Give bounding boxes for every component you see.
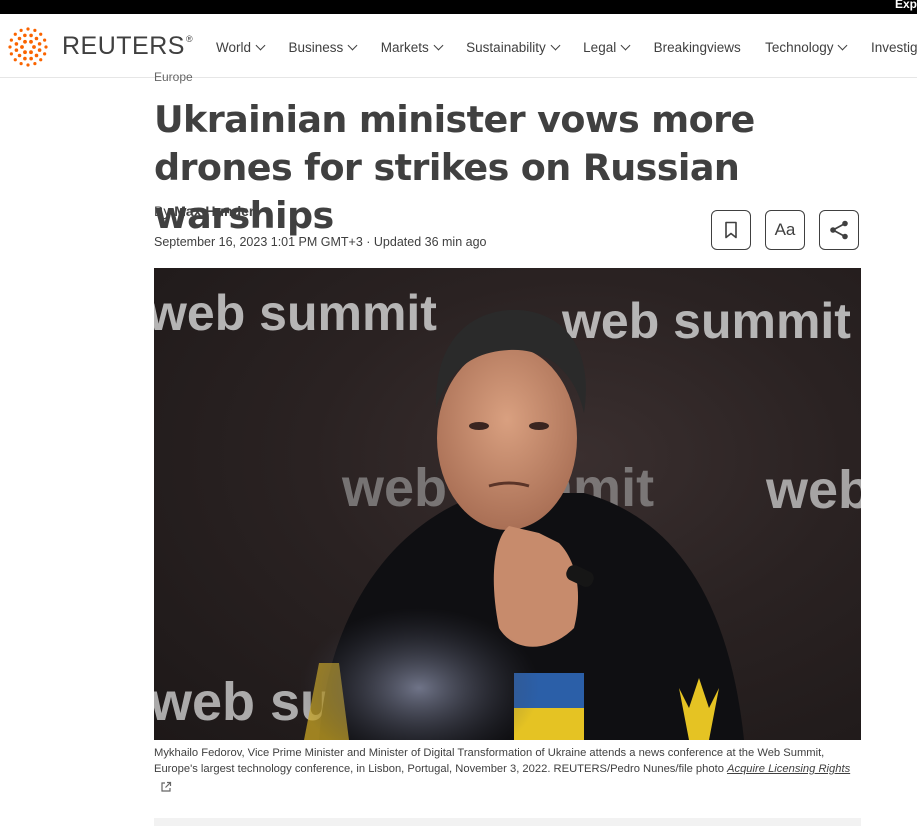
logo-dot	[26, 63, 30, 67]
nav-item-business[interactable]: Business	[288, 40, 358, 55]
photo-illustration: web summit web summit web summit web sum…	[154, 285, 861, 740]
logo-dot	[17, 36, 22, 41]
nav-item-technology[interactable]: Technology	[765, 40, 848, 55]
logo-dot	[23, 50, 27, 55]
logo-dot	[29, 39, 33, 44]
byline: By Max Hunder	[154, 203, 254, 219]
brand-name: REUTERS	[62, 32, 185, 60]
logo-dot	[23, 39, 27, 44]
logo-dot	[29, 33, 33, 38]
section-kicker[interactable]: Europe	[154, 70, 354, 86]
caption-text: Mykhailo Fedorov, Vice Prime Minister an…	[154, 747, 825, 775]
photo-caption: Mykhailo Fedorov, Vice Prime Minister an…	[154, 745, 866, 798]
logo-dot	[29, 56, 33, 61]
backdrop-logo-mid-right: web summit	[765, 460, 861, 520]
logo-dot	[37, 42, 42, 46]
logo-dot	[39, 32, 43, 36]
font-size-label: Aa	[774, 220, 796, 239]
logo-dot	[32, 45, 36, 49]
logo-dot	[19, 62, 23, 66]
logo-dot	[14, 48, 19, 52]
brand-registered-mark: ®	[185, 34, 194, 44]
chevron-down-icon	[838, 40, 848, 51]
chevron-down-icon	[620, 40, 631, 51]
logo-dot	[14, 42, 19, 46]
main-nav: World Business Markets Sustainability Le…	[216, 39, 917, 59]
nav-item-investigations[interactable]: Investigations	[871, 40, 917, 55]
backdrop-logo-top-right: web summit	[561, 293, 851, 349]
licensing-link[interactable]: Acquire Licensing Rights	[727, 763, 850, 775]
article-lead-photo[interactable]: web summit web summit web summit web sum…	[154, 268, 861, 740]
logo-dot	[29, 50, 33, 55]
chevron-down-icon	[550, 40, 561, 51]
logo-dot	[19, 28, 23, 32]
article-dateline: September 16, 2023 1:01 PM GMT+3 · Updat…	[154, 235, 487, 249]
top-strip-text[interactable]: Exp	[895, 0, 917, 11]
nav-item-world[interactable]: World	[216, 40, 266, 55]
logo-dot	[23, 33, 27, 38]
nav-item-markets[interactable]: Markets	[381, 40, 444, 55]
top-strip: Exp	[0, 0, 917, 14]
external-link-icon[interactable]	[160, 781, 172, 793]
logo-dot	[9, 52, 13, 56]
logo-dot	[37, 48, 42, 52]
logo-dot	[33, 28, 37, 32]
save-article-button[interactable]	[711, 210, 751, 250]
chevron-down-icon	[347, 40, 358, 51]
backdrop-logo-top-left: web summit	[154, 285, 437, 341]
site-header: REUTERS® World Business Markets Sustaina…	[0, 14, 917, 78]
chevron-down-icon	[433, 40, 444, 51]
logo-dot	[9, 38, 13, 42]
author-link[interactable]: Max Hunder	[174, 203, 254, 219]
logo-dot	[34, 36, 39, 41]
font-size-button[interactable]: Aa	[765, 210, 805, 250]
logo-dot	[39, 58, 43, 62]
bookmark-icon	[725, 221, 737, 239]
logo-dot	[13, 58, 17, 62]
logo-dot	[23, 56, 27, 61]
nav-item-sustainability[interactable]: Sustainability	[466, 40, 561, 55]
next-section-bar	[154, 818, 861, 826]
nav-item-legal[interactable]: Legal	[583, 40, 631, 55]
logo-dot	[20, 45, 24, 49]
brand-wordmark[interactable]: REUTERS®	[62, 32, 194, 61]
nav-item-breakingviews[interactable]: Breakingviews	[654, 40, 741, 55]
logo-dot	[43, 38, 47, 42]
logo-dot	[26, 27, 30, 31]
reuters-logo-icon[interactable]	[4, 24, 52, 70]
share-icon	[830, 220, 848, 240]
logo-dot	[43, 52, 47, 56]
logo-dot	[33, 62, 37, 66]
byline-prefix: By	[154, 203, 171, 219]
logo-dot	[44, 45, 48, 49]
logo-dot	[17, 53, 22, 58]
logo-dot	[13, 32, 17, 36]
logo-dot	[34, 53, 39, 58]
chevron-down-icon	[255, 40, 266, 51]
logo-dot	[8, 45, 12, 49]
share-button[interactable]	[819, 210, 859, 250]
